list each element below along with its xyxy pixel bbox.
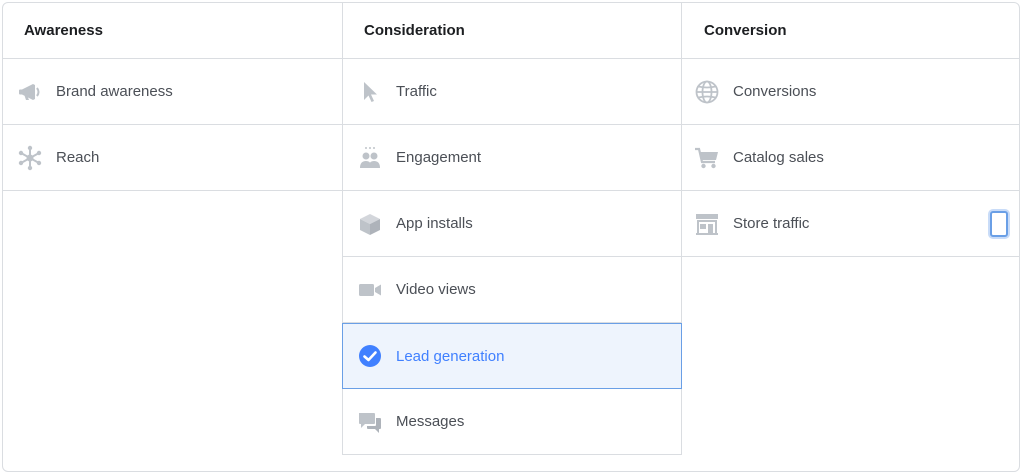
objective-catalog-sales[interactable]: Catalog sales [682,125,1020,191]
objective-conversions[interactable]: Conversions [682,59,1020,125]
video-camera-icon [357,277,383,303]
objective-label: Reach [56,149,100,166]
people-icon [357,145,383,171]
column-conversion: Conversion Conversions Catalog sales Sto… [682,3,1020,257]
objective-label: Traffic [396,83,437,100]
objective-label: Messages [396,413,465,430]
objective-lead-generation[interactable]: Lead generation [342,323,682,389]
objective-reach[interactable]: Reach [3,125,342,191]
cursor-icon [357,79,383,105]
megaphone-icon [17,79,43,105]
objective-traffic[interactable]: Traffic [342,59,682,125]
objective-label: App installs [396,215,473,232]
column-header-consideration: Consideration [342,3,682,59]
shopping-cart-icon [694,145,720,171]
objective-label: Lead generation [396,347,505,365]
reach-icon [17,145,43,171]
column-awareness: Awareness Brand awareness Reach [3,3,342,191]
objective-app-installs[interactable]: App installs [342,191,682,257]
globe-icon [694,79,720,105]
objective-engagement[interactable]: Engagement [342,125,682,191]
objective-selector: Awareness Brand awareness Reach Consider… [0,0,1024,472]
objective-store-traffic[interactable]: Store traffic [682,191,1020,257]
objective-label: Brand awareness [56,83,173,100]
chat-bubbles-icon [357,409,383,435]
column-header-awareness: Awareness [3,3,342,59]
store-icon [694,211,720,237]
objective-video-views[interactable]: Video views [342,257,682,323]
focus-indicator [990,210,1008,237]
objective-label: Conversions [733,83,817,100]
objective-label: Video views [396,281,476,298]
column-consideration: Consideration Traffic Engagement App ins… [342,3,682,455]
objective-label: Catalog sales [733,149,824,166]
box-icon [357,211,383,237]
objective-messages[interactable]: Messages [342,389,682,455]
objective-label: Engagement [396,149,482,166]
column-header-conversion: Conversion [682,3,1020,59]
objective-brand-awareness[interactable]: Brand awareness [3,59,342,125]
check-circle-icon [357,343,383,369]
objective-label: Store traffic [733,215,810,232]
